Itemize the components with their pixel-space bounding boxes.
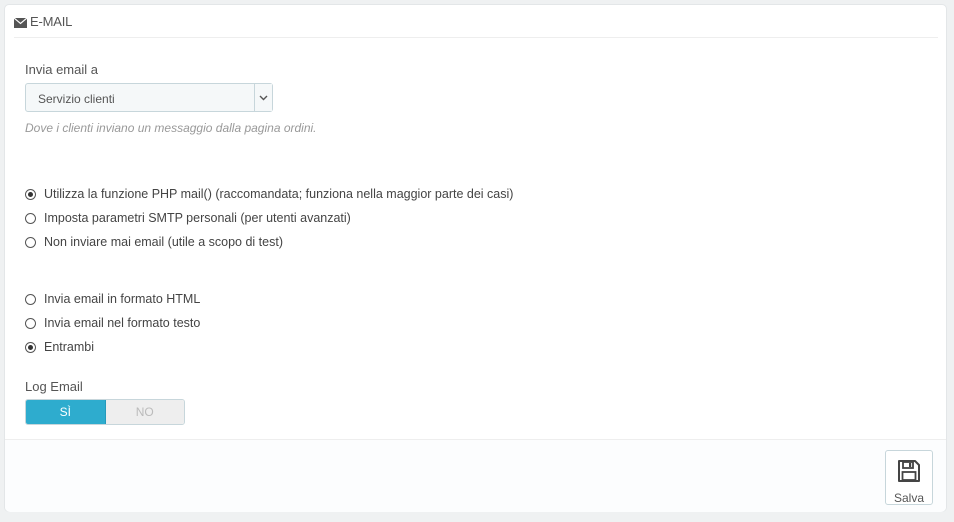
email-to-select[interactable]: Servizio clienti xyxy=(25,83,273,112)
radio-label: Utilizza la funzione PHP mail() (raccoma… xyxy=(44,187,514,201)
envelope-icon xyxy=(13,16,28,28)
panel-footer xyxy=(5,439,946,512)
radio-button[interactable] xyxy=(25,188,36,200)
panel-heading: E-MAIL xyxy=(13,5,938,38)
mail-format-option-both[interactable]: Entrambi xyxy=(25,340,94,354)
email-to-selected-value: Servizio clienti xyxy=(38,92,115,106)
radio-label: Entrambi xyxy=(44,340,95,354)
mail-format-option-text[interactable]: Invia email nel formato testo xyxy=(25,316,200,330)
email-to-help-text: Dove i clienti inviano un messaggio dall… xyxy=(25,121,317,135)
chevron-down-icon[interactable] xyxy=(254,84,272,111)
radio-label: Non inviare mai email (utile a scopo di … xyxy=(44,235,283,249)
mail-method-option-none[interactable]: Non inviare mai email (utile a scopo di … xyxy=(25,235,283,249)
radio-label: Invia email nel formato testo xyxy=(44,316,201,330)
mail-method-option-php[interactable]: Utilizza la funzione PHP mail() (raccoma… xyxy=(25,187,513,201)
radio-button[interactable] xyxy=(25,293,36,305)
toggle-no-option[interactable]: NO xyxy=(105,400,184,424)
email-settings-panel: E-MAIL Invia email a Servizio clienti Do… xyxy=(4,4,947,512)
log-email-toggle[interactable]: SÌ NO xyxy=(25,399,185,425)
floppy-disk-icon xyxy=(897,451,921,488)
save-button[interactable]: Salva xyxy=(885,450,933,505)
radio-button[interactable] xyxy=(25,317,36,329)
mail-method-option-smtp[interactable]: Imposta parametri SMTP personali (per ut… xyxy=(25,211,351,225)
radio-button[interactable] xyxy=(25,341,36,353)
radio-label: Invia email in formato HTML xyxy=(44,292,201,306)
mail-format-option-html[interactable]: Invia email in formato HTML xyxy=(25,292,200,306)
save-button-label: Salva xyxy=(893,491,925,505)
radio-button[interactable] xyxy=(25,212,36,224)
radio-label: Imposta parametri SMTP personali (per ut… xyxy=(44,211,351,225)
log-email-label: Log Email xyxy=(25,379,83,394)
toggle-yes-option[interactable]: SÌ xyxy=(26,400,106,424)
radio-button[interactable] xyxy=(25,236,36,248)
panel-title: E-MAIL xyxy=(30,13,73,29)
email-to-label: Invia email a xyxy=(25,62,98,77)
